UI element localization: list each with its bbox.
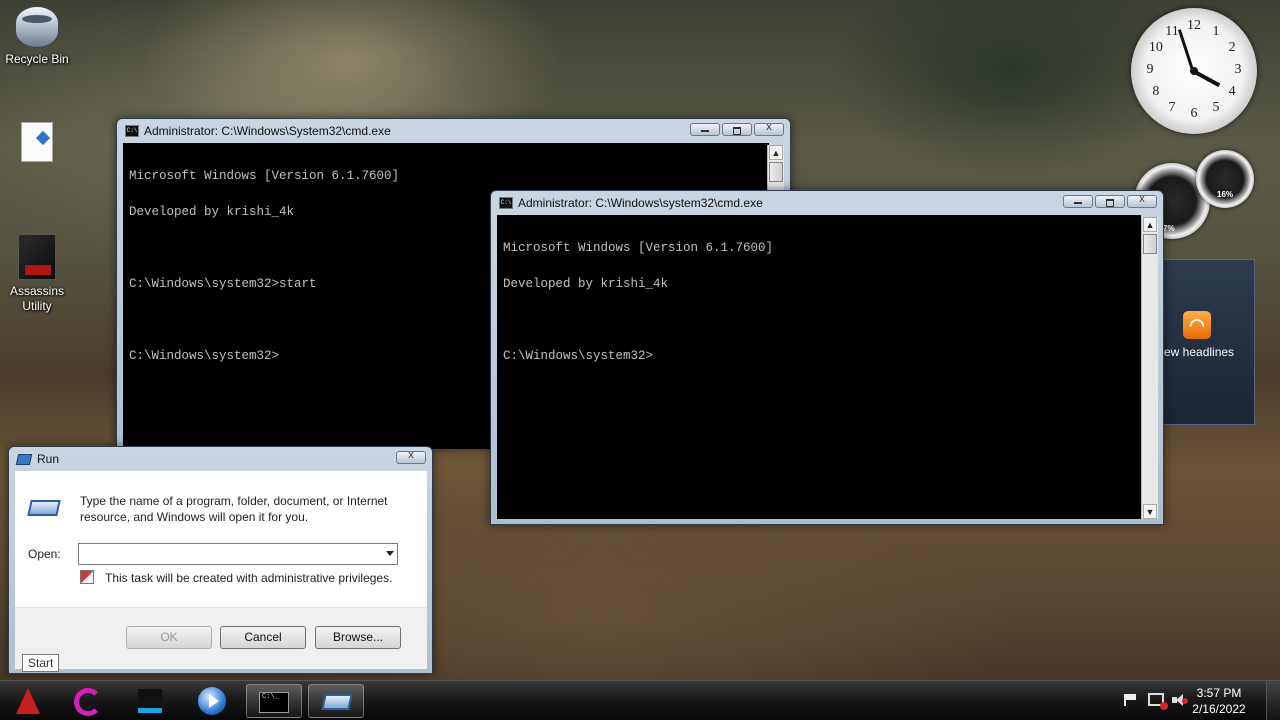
memory-meter-gadget[interactable] (1196, 150, 1254, 208)
maximize-button[interactable] (722, 123, 752, 136)
show-desktop-button[interactable] (1266, 681, 1280, 720)
clock-numeral: 3 (1234, 62, 1242, 77)
vertical-scrollbar[interactable]: ▲ ▼ (1141, 217, 1158, 519)
taskbar-item-app-launcher[interactable] (122, 684, 178, 718)
console-line: Microsoft Windows [Version 6.1.7600] (129, 169, 400, 183)
close-button[interactable] (1127, 193, 1157, 208)
start-button[interactable] (4, 684, 54, 718)
ok-button[interactable]: OK (126, 626, 212, 649)
open-label: Open: (28, 547, 61, 561)
memory-percent: 16% (1217, 190, 1234, 199)
recycle-bin-icon (15, 6, 59, 48)
clock-gadget[interactable]: 12 1 2 3 4 5 6 7 8 9 10 11 (1131, 8, 1257, 134)
desktop-icon-label: Utility (22, 299, 52, 313)
console-line: Developed by krishi_4k (503, 277, 669, 291)
internet-explorer-icon (74, 688, 102, 716)
desktop-icon-assassins-utility[interactable]: Assassins Utility (0, 234, 74, 314)
window-title: Administrator: C:\Windows\system32\cmd.e… (518, 196, 763, 210)
clock-numeral: 5 (1212, 100, 1220, 116)
cancel-button[interactable]: Cancel (220, 626, 306, 649)
network-icon[interactable] (1148, 693, 1168, 710)
scroll-down-arrow-icon[interactable]: ▼ (1143, 504, 1157, 519)
taskbar: C:\_ 3:57 PM 2/16/2022 (0, 680, 1280, 720)
admin-note: This task will be created with administr… (105, 571, 393, 585)
document-shortcut-icon (21, 122, 53, 162)
play-icon (209, 694, 219, 708)
assassins-utility-icon (18, 234, 56, 280)
taskbar-item-internet-explorer[interactable] (60, 684, 116, 718)
scroll-thumb[interactable] (769, 162, 783, 182)
console-output[interactable]: Microsoft Windows [Version 6.1.7600] Dev… (497, 215, 1141, 519)
rss-icon: ◠ (1183, 311, 1211, 339)
open-input[interactable] (79, 544, 379, 564)
run-icon (321, 694, 353, 710)
clock-center-pin (1190, 67, 1198, 75)
description-line: Type the name of a program, folder, docu… (80, 494, 388, 508)
feed-headlines-label: ew headlines (1164, 345, 1235, 359)
console-line: C:\Windows\system32> (503, 349, 654, 363)
desktop-icon-document[interactable] (0, 122, 74, 166)
start-orb-icon (16, 688, 40, 714)
taskbar-item-media-player[interactable] (184, 684, 240, 718)
clock-numeral: 7 (1168, 100, 1176, 116)
clock-numeral: 4 (1228, 84, 1236, 99)
clock-numeral: 10 (1148, 40, 1163, 55)
minimize-button[interactable] (690, 123, 720, 136)
start-tooltip: Start (22, 654, 60, 672)
clock-numeral: 12 (1187, 18, 1201, 33)
cmd-icon: C:\ (125, 125, 139, 137)
clock-minute-hand (1177, 28, 1195, 72)
title-bar[interactable]: Run (9, 447, 432, 471)
minimize-button[interactable] (1063, 195, 1093, 208)
run-program-icon (27, 500, 61, 516)
admin-shield-icon (80, 570, 94, 584)
tray-time: 3:57 PM (1196, 686, 1242, 700)
command-prompt-icon: C:\_ (259, 692, 289, 713)
desktop-icon-label: Assassins (9, 284, 65, 298)
clock-numeral: 8 (1152, 84, 1160, 99)
run-dialog[interactable]: Run Type the name of a program, folder, … (8, 446, 433, 674)
desktop-icon-label: Recycle Bin (5, 52, 69, 66)
chevron-down-icon[interactable] (386, 551, 394, 556)
clock-numeral: 6 (1190, 106, 1198, 121)
tray-clock[interactable]: 3:57 PM 2/16/2022 (1184, 685, 1254, 717)
console-line: Microsoft Windows [Version 6.1.7600] (503, 241, 774, 255)
window-title: Run (37, 452, 60, 466)
taskbar-item-run-dialog[interactable] (308, 684, 364, 718)
clock-numeral: 1 (1212, 23, 1220, 39)
scroll-up-arrow-icon[interactable]: ▲ (769, 145, 783, 160)
open-combobox[interactable] (78, 543, 398, 565)
cmd-window-front[interactable]: C:\ Administrator: C:\Windows\system32\c… (490, 190, 1164, 525)
clock-numeral: 9 (1146, 62, 1154, 77)
action-center-flag-icon[interactable] (1124, 694, 1136, 706)
cpu-percent: 7% (1163, 224, 1175, 233)
taskbar-item-command-prompt[interactable]: C:\_ (246, 684, 302, 718)
close-button[interactable] (754, 121, 784, 136)
run-description: Type the name of a program, folder, docu… (80, 493, 388, 525)
close-button[interactable] (396, 449, 426, 464)
cmd-icon: C:\ (499, 197, 513, 209)
tray-date: 2/16/2022 (1192, 702, 1246, 716)
scroll-up-arrow-icon[interactable]: ▲ (1143, 217, 1157, 232)
app-launcher-icon (138, 689, 162, 713)
window-title: Administrator: C:\Windows\System32\cmd.e… (144, 124, 391, 138)
desktop-icon-recycle-bin[interactable]: Recycle Bin (0, 6, 74, 67)
clock-numeral: 2 (1228, 40, 1236, 55)
run-dialog-footer: OK Cancel Browse... (15, 607, 427, 669)
maximize-button[interactable] (1095, 195, 1125, 208)
feed-headlines-gadget[interactable]: ◠ ew headlines (1163, 259, 1255, 425)
browse-button[interactable]: Browse... (315, 626, 401, 649)
scroll-thumb[interactable] (1143, 234, 1157, 254)
run-title-icon (15, 453, 33, 465)
description-line: resource, and Windows will open it for y… (80, 510, 309, 524)
